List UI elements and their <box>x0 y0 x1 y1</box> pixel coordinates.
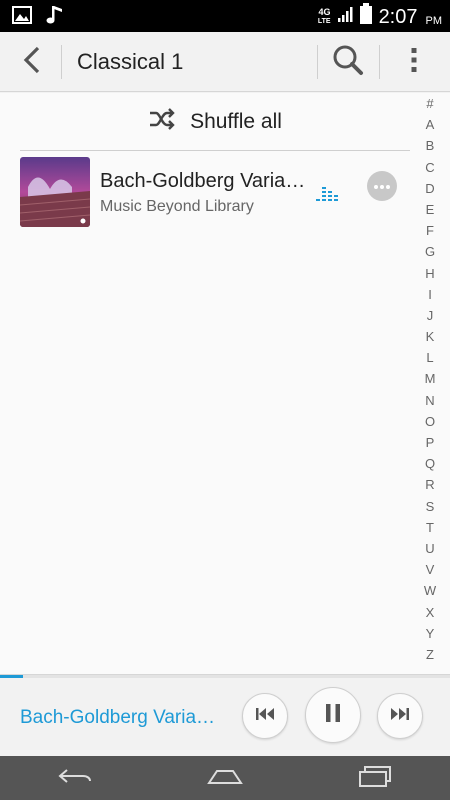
signal-icon <box>337 5 353 28</box>
alphabet-index-letter[interactable]: D <box>425 178 434 199</box>
alphabet-index-letter[interactable]: L <box>426 347 433 368</box>
progress-fill <box>0 675 23 678</box>
next-button[interactable] <box>377 693 423 739</box>
alphabet-index-letter[interactable]: R <box>425 474 434 495</box>
search-button[interactable] <box>326 42 370 82</box>
nav-recents-button[interactable] <box>345 756 405 800</box>
search-icon <box>332 44 364 81</box>
music-note-icon <box>46 5 64 30</box>
alphabet-index-letter[interactable]: N <box>425 390 434 411</box>
back-button[interactable] <box>12 42 52 82</box>
more-dots-icon <box>373 177 391 195</box>
alphabet-index-letter[interactable]: C <box>425 157 434 178</box>
alphabet-index-letter[interactable]: M <box>425 368 436 389</box>
now-playing-equalizer-icon <box>314 183 342 203</box>
status-time: 2:07 <box>378 5 418 28</box>
song-title: Bach-Goldberg Variations <box>100 170 310 192</box>
song-artist: Music Beyond Library <box>100 198 254 215</box>
divider <box>317 45 318 79</box>
alphabet-index-letter[interactable]: A <box>426 114 435 135</box>
alphabet-index-letter[interactable]: Q <box>425 453 435 474</box>
alphabet-index-letter[interactable]: W <box>424 580 436 601</box>
alphabet-index-letter[interactable]: S <box>426 496 435 517</box>
status-bar: 4G LTE 2:07 PM <box>0 0 450 32</box>
alphabet-index-letter[interactable]: B <box>426 135 435 156</box>
status-ampm: PM <box>425 14 443 27</box>
back-nav-icon <box>57 766 93 791</box>
divider <box>61 45 62 79</box>
previous-button[interactable] <box>242 693 288 739</box>
pause-icon <box>324 703 342 728</box>
overflow-menu-icon <box>410 46 418 79</box>
song-list: Shuffle all Bach-Goldberg Variations Mus… <box>0 93 450 674</box>
shuffle-all-button[interactable]: Shuffle all <box>20 93 410 151</box>
network-type: 4G <box>318 6 331 17</box>
system-nav-bar <box>0 756 450 800</box>
alphabet-index-letter[interactable]: E <box>426 199 435 220</box>
alphabet-index-letter[interactable]: T <box>426 517 434 538</box>
alphabet-index-letter[interactable]: O <box>425 411 435 432</box>
gallery-icon <box>12 6 32 29</box>
alphabet-index-letter[interactable]: P <box>426 432 435 453</box>
list-item[interactable]: Bach-Goldberg Variations Music Beyond Li… <box>20 155 410 229</box>
alphabet-index-letter[interactable]: U <box>425 538 434 559</box>
alphabet-index-letter[interactable]: H <box>425 263 434 284</box>
app-bar: Classical 1 <box>0 32 450 92</box>
nav-back-button[interactable] <box>45 756 105 800</box>
mini-player: Bach-Goldberg Variations <box>0 674 450 756</box>
alphabet-index-letter[interactable]: G <box>425 241 435 262</box>
alphabet-index-letter[interactable]: # <box>426 93 433 114</box>
alphabet-index-letter[interactable]: X <box>426 602 435 623</box>
alphabet-index-letter[interactable]: J <box>427 305 434 326</box>
shuffle-label: Shuffle all <box>190 109 282 133</box>
battery-icon <box>359 3 373 30</box>
network-sub: LTE <box>317 17 331 25</box>
page-title: Classical 1 <box>77 49 184 74</box>
shuffle-icon <box>148 107 176 136</box>
more-options-button[interactable] <box>367 171 397 201</box>
pause-button[interactable] <box>305 687 361 743</box>
progress-bar[interactable] <box>0 675 450 678</box>
album-art <box>20 157 90 227</box>
alphabet-index[interactable]: # A B C D E F G H I J K L M N O P Q R S T U V W X Y Z <box>412 93 448 674</box>
now-playing-title[interactable]: Bach-Goldberg Variations <box>20 707 220 729</box>
home-nav-icon <box>207 766 243 791</box>
back-arrow-icon <box>21 45 43 80</box>
alphabet-index-letter[interactable]: V <box>426 559 435 580</box>
next-icon <box>390 707 410 726</box>
divider <box>379 45 380 79</box>
alphabet-index-letter[interactable]: K <box>426 326 435 347</box>
alphabet-index-letter[interactable]: F <box>426 220 434 241</box>
alphabet-index-letter[interactable]: Y <box>426 623 435 644</box>
alphabet-index-letter[interactable]: Z <box>426 644 434 665</box>
alphabet-index-letter[interactable]: I <box>428 284 432 305</box>
recents-nav-icon <box>358 764 392 793</box>
previous-icon <box>255 707 275 726</box>
overflow-menu-button[interactable] <box>396 42 432 82</box>
nav-home-button[interactable] <box>195 756 255 800</box>
